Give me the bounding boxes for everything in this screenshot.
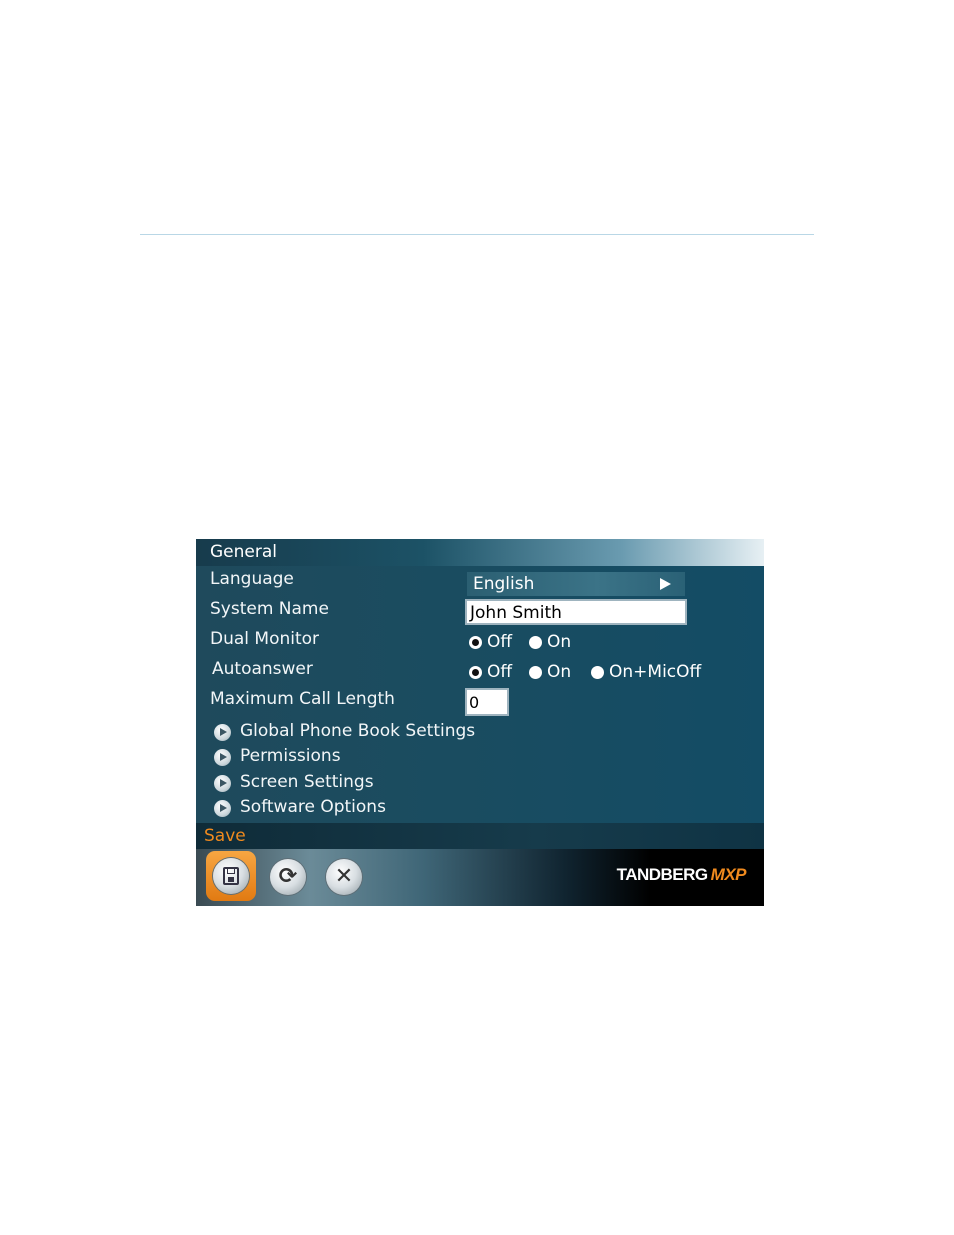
submenu-label: Screen Settings	[240, 772, 374, 792]
radio-label: On	[547, 662, 572, 682]
save-button[interactable]	[213, 858, 249, 894]
system-name-label: System Name	[210, 599, 329, 619]
language-label: Language	[210, 569, 294, 589]
submenu-label: Global Phone Book Settings	[240, 721, 476, 741]
cancel-button[interactable]: ✕	[326, 859, 362, 895]
radio-unselected-icon	[529, 666, 542, 679]
submenu-label: Permissions	[240, 746, 341, 766]
general-settings-panel: General Language English System Name Joh…	[196, 539, 764, 906]
save-button-highlight	[206, 851, 256, 901]
close-icon: ✕	[334, 864, 354, 889]
refresh-icon: ⟳	[278, 864, 298, 889]
radio-unselected-icon	[529, 636, 542, 649]
radio-label: Off	[487, 632, 513, 652]
max-call-length-input[interactable]: 0	[465, 688, 509, 716]
language-value: English	[473, 574, 535, 594]
play-circle-icon	[214, 800, 231, 817]
brand-suffix: MXP	[710, 865, 747, 884]
floppy-disk-icon	[223, 867, 239, 885]
max-call-length-value: 0	[469, 693, 480, 712]
brand-logo: TANDBERG MXP	[616, 865, 747, 885]
action-label: Save	[204, 826, 246, 846]
panel-title: General	[210, 542, 277, 562]
radio-selected-icon	[469, 666, 482, 679]
action-status-bar: Save	[196, 823, 764, 849]
radio-label: Off	[487, 662, 513, 682]
max-call-length-label: Maximum Call Length	[210, 689, 395, 709]
language-select[interactable]: English	[467, 572, 685, 596]
autoanswer-label: Autoanswer	[212, 659, 313, 679]
system-name-input[interactable]: John Smith	[465, 599, 687, 625]
refresh-button[interactable]: ⟳	[270, 859, 306, 895]
title-bar: General	[196, 539, 764, 566]
submenu-label: Software Options	[240, 797, 386, 817]
brand-name: TANDBERG	[616, 865, 709, 884]
play-circle-icon	[214, 775, 231, 792]
play-circle-icon	[214, 724, 231, 741]
radio-selected-icon	[469, 636, 482, 649]
bottom-toolbar: ⟳ ✕ TANDBERG MXP	[196, 849, 764, 906]
radio-label: On+MicOff	[609, 662, 702, 682]
radio-unselected-icon	[591, 666, 604, 679]
page-divider	[140, 234, 814, 235]
dual-monitor-label: Dual Monitor	[210, 629, 320, 649]
system-name-value: John Smith	[470, 603, 562, 623]
radio-label: On	[547, 632, 572, 652]
arrow-right-icon	[660, 578, 671, 590]
play-circle-icon	[214, 749, 231, 766]
